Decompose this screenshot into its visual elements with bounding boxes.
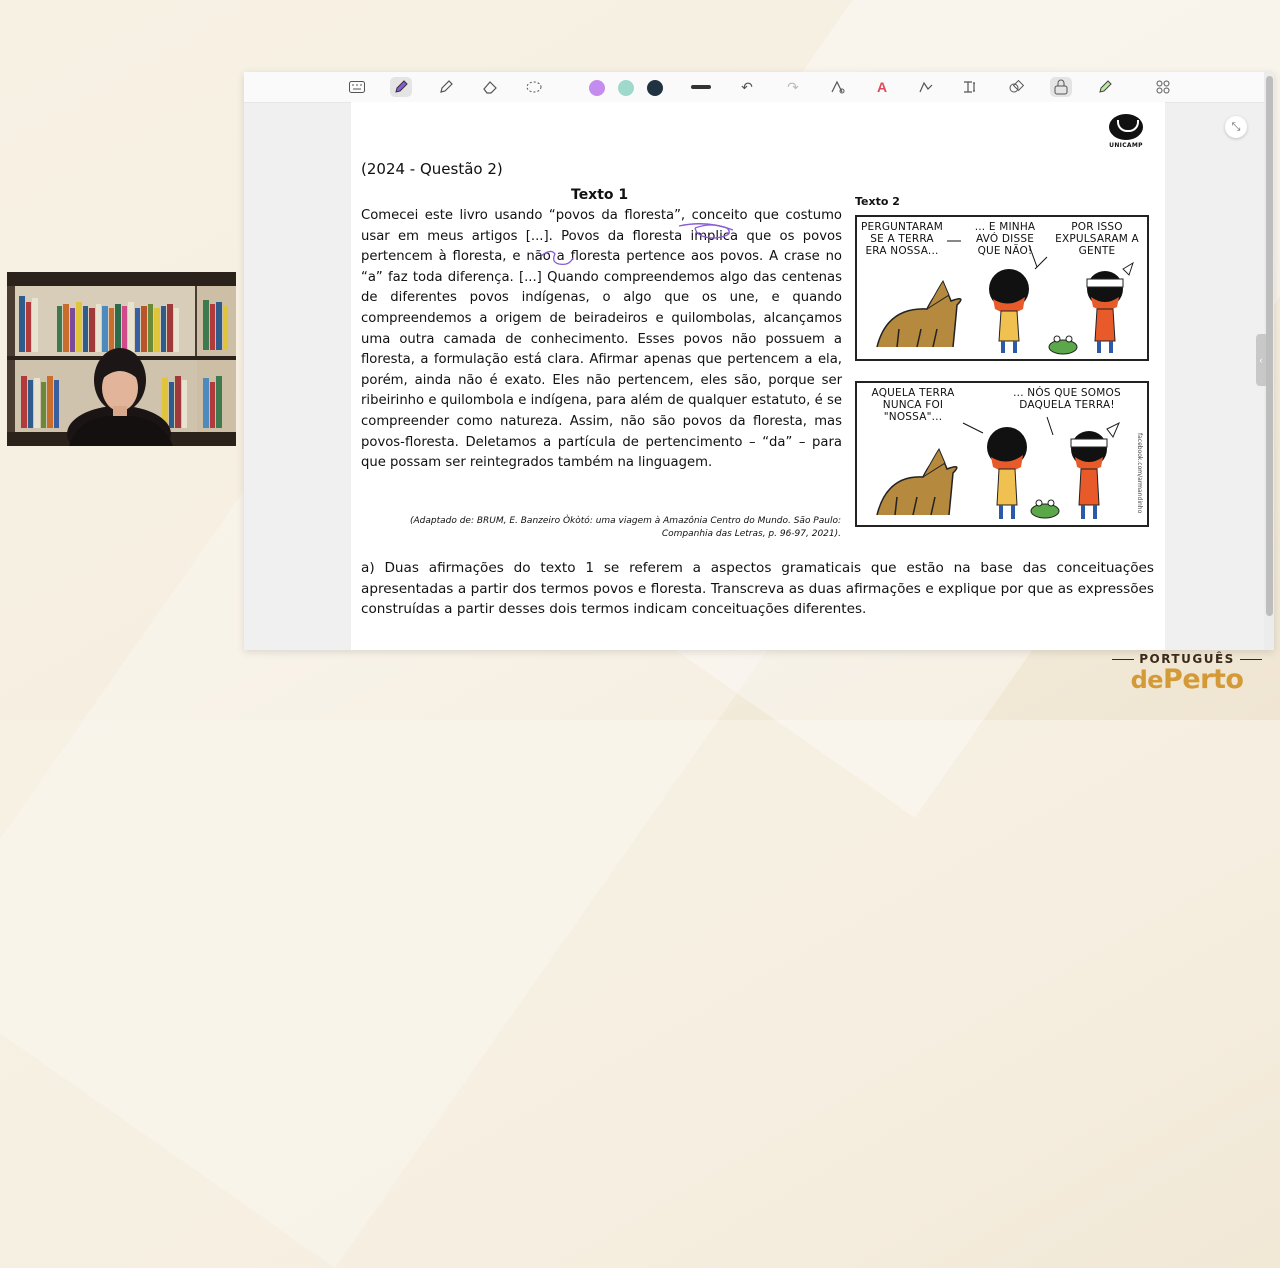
shapes-icon[interactable] — [1005, 77, 1027, 97]
marker-icon[interactable] — [1094, 77, 1116, 97]
redo-icon[interactable]: ↷ — [782, 77, 804, 97]
reference-line-1: (Adaptado de: BRUM, E. Banzeiro Òkòtó: u… — [409, 516, 841, 526]
texto1-reference: (Adaptado de: BRUM, E. Banzeiro Òkòtó: u… — [361, 515, 841, 541]
collapse-icon[interactable]: ⤡ — [1225, 116, 1247, 138]
webcam-scene — [7, 272, 236, 446]
unicamp-logo-text: UNICAMP — [1109, 142, 1143, 149]
question-a: a) Duas afirmações do texto 1 se referem… — [361, 560, 1154, 617]
stroke-width-icon[interactable] — [690, 77, 712, 97]
text-color-icon[interactable]: A — [871, 77, 893, 97]
webcam-video — [7, 272, 236, 446]
texto2-title: Texto 2 — [855, 195, 900, 208]
text-insert-icon[interactable] — [960, 77, 982, 97]
lasso-icon[interactable] — [523, 77, 545, 97]
unicamp-logo: UNICAMP — [1103, 114, 1149, 149]
comic-panel-2-art — [876, 416, 1120, 519]
comic-panel-1-art — [876, 240, 1134, 355]
comic-panel-2: AQUELA TERRA NUNCA FOI "NOSSA"... ... NÓ… — [855, 381, 1149, 527]
eraser-icon[interactable] — [479, 77, 501, 97]
brand-main: dePerto — [1112, 664, 1262, 695]
shape-pen-icon[interactable] — [827, 77, 849, 97]
pen-annotations — [540, 223, 734, 266]
keyboard-icon[interactable] — [346, 77, 368, 97]
texto1-title: Texto 1 — [571, 187, 629, 203]
channel-brand-logo: PORTUGUÊS dePerto — [1112, 652, 1262, 695]
drawing-toolbar: ↶ ↷ A — [244, 72, 1274, 103]
color-swatch-teal[interactable] — [618, 80, 634, 96]
reference-line-2: Companhia das Letras, p. 96-97, 2021). — [661, 529, 841, 539]
question-header: (2024 - Questão 2) — [361, 160, 503, 178]
unicamp-emblem-icon — [1109, 114, 1143, 140]
undo-icon[interactable]: ↶ — [736, 77, 758, 97]
color-swatch-purple[interactable] — [589, 80, 605, 96]
highlighter-icon[interactable] — [435, 77, 457, 97]
side-panel-handle[interactable]: ‹ — [1256, 334, 1266, 386]
note-app-window: ↶ ↷ A UNICAMP (2024 - Questão 2) Texto 1… — [244, 72, 1274, 650]
color-swatch-dark[interactable] — [647, 80, 663, 96]
lock-icon[interactable] — [1050, 77, 1072, 97]
document-page: UNICAMP (2024 - Questão 2) Texto 1 Comec… — [351, 102, 1165, 650]
brand-line — [1239, 658, 1262, 660]
brand-de: de — [1130, 666, 1164, 694]
scrollbar-thumb[interactable] — [1266, 76, 1273, 616]
shape-icon[interactable] — [915, 77, 937, 97]
comic-panel-1: PERGUNTARAM SE A TERRA ERA NOSSA... ... … — [855, 215, 1149, 361]
brand-line — [1112, 658, 1135, 660]
apps-icon[interactable] — [1152, 77, 1174, 97]
brand-perto: Perto — [1163, 664, 1244, 695]
pen-icon[interactable] — [390, 77, 412, 97]
